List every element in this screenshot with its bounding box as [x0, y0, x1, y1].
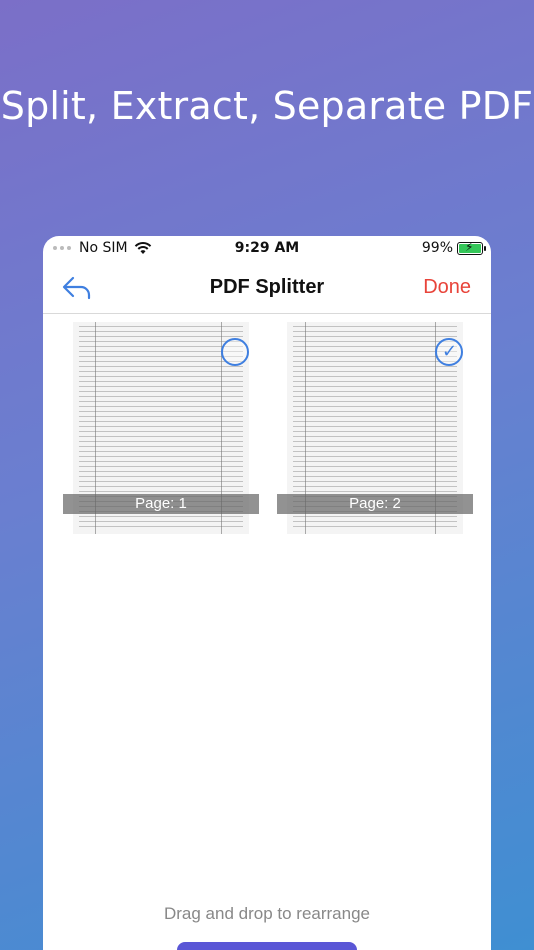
- nav-bar: PDF Splitter Done: [43, 262, 491, 314]
- status-bar: No SIM 9:29 AM 99% ⚡: [43, 236, 491, 262]
- page-thumbnail-2[interactable]: ✓ Page: 2: [277, 322, 473, 534]
- page-grid: Page: 1 ✓ Page: 2: [43, 314, 491, 544]
- battery-percent: 99%: [421, 240, 453, 256]
- phone-screen: No SIM 9:29 AM 99% ⚡ PDF Splitter Done P…: [43, 236, 491, 950]
- status-right: 99% ⚡: [421, 240, 486, 256]
- page-label: Page: 2: [277, 494, 473, 514]
- select-circle-icon[interactable]: [221, 338, 249, 366]
- battery-charging-icon: ⚡: [457, 240, 486, 255]
- page-thumbnail-1[interactable]: Page: 1: [63, 322, 259, 534]
- page-label: Page: 1: [63, 494, 259, 514]
- done-button[interactable]: Done: [423, 276, 471, 299]
- rearrange-hint: Drag and drop to rearrange: [163, 904, 371, 923]
- checkmark-icon: ✓: [442, 341, 458, 361]
- promo-headline: Split, Extract, Separate PDF: [0, 84, 534, 128]
- split-button[interactable]: [177, 942, 357, 950]
- select-circle-icon[interactable]: ✓: [435, 338, 463, 366]
